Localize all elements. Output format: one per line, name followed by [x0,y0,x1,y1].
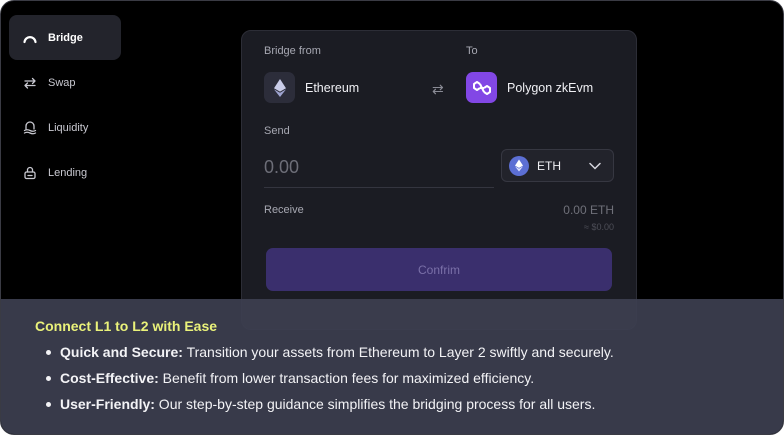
receive-label: Receive [264,204,304,216]
sidebar-item-bridge[interactable]: Bridge [9,15,121,60]
overlay-title: Connect L1 to L2 with Ease [35,318,218,334]
eth-token-icon [509,155,529,176]
bridge-from-label: Bridge from [264,45,321,57]
feature-title: Quick and Secure: [60,344,183,360]
send-label: Send [264,125,290,137]
app-window: Bridge Swap Liquidity Lending Bridge fro… [0,0,784,435]
from-chain-name: Ethereum [305,80,360,95]
sidebar-item-label: Liquidity [48,121,89,134]
sidebar: Bridge Swap Liquidity Lending [9,15,121,195]
sidebar-item-label: Swap [48,76,76,89]
receive-amount: 0.00 ETH [563,203,614,217]
list-item: Cost-Effective: Benefit from lower trans… [46,369,614,395]
list-item: User-Friendly: Our step-by-step guidance… [46,395,614,421]
feature-text: Transition your assets from Ethereum to … [182,344,614,360]
sidebar-item-label: Lending [48,166,88,179]
to-chain-selector[interactable]: Polygon zkEvm [466,72,593,103]
bridge-to-label: To [466,45,478,57]
polygon-icon [466,72,497,103]
sidebar-item-lending[interactable]: Lending [9,150,121,195]
feature-text: Benefit from lower transaction fees for … [158,370,535,386]
bridge-card: Bridge from To Ethereum ⇄ Polygon zkEvm … [241,30,637,330]
feature-text: Our step-by-step guidance simplifies the… [154,396,596,412]
list-item: Quick and Secure: Transition your assets… [46,343,614,369]
sidebar-item-label: Bridge [48,31,83,44]
token-name: ETH [537,158,561,173]
to-chain-name: Polygon zkEvm [507,80,594,95]
feature-title: User-Friendly: [60,396,155,412]
switch-direction-icon[interactable]: ⇄ [432,81,444,98]
from-chain-selector[interactable]: Ethereum [264,72,359,103]
chevron-down-icon [589,157,601,175]
feature-list: Quick and Secure: Transition your assets… [46,343,614,421]
confirm-button[interactable]: Confrim [266,248,612,291]
token-select[interactable]: ETH [501,149,614,182]
bridge-icon [23,31,37,45]
ethereum-icon [264,72,295,103]
lending-icon [23,166,37,180]
swap-icon [23,76,37,90]
send-amount-input[interactable]: 0.00 [264,149,494,188]
sidebar-item-swap[interactable]: Swap [9,60,121,105]
info-overlay: Connect L1 to L2 with Ease Quick and Sec… [1,299,783,434]
receive-usd-value: ≈ $0.00 [584,222,614,232]
sidebar-item-liquidity[interactable]: Liquidity [9,105,121,150]
feature-title: Cost-Effective: [60,370,159,386]
liquidity-icon [23,120,37,135]
